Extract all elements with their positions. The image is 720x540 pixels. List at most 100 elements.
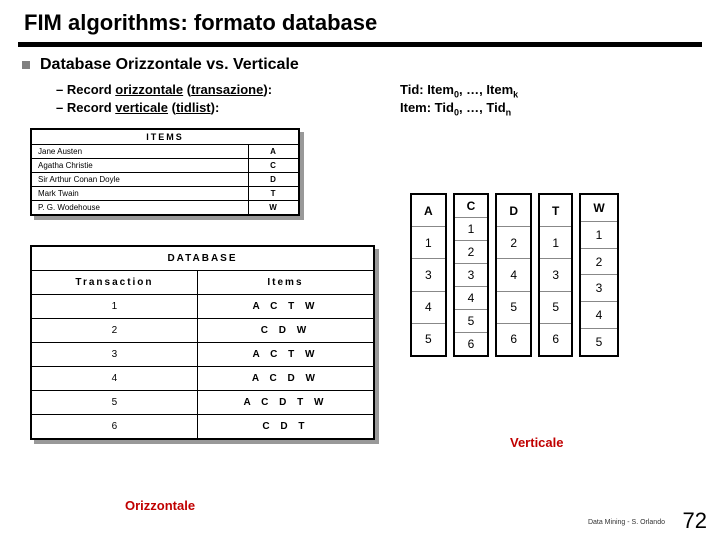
label-orizzontale: Orizzontale [125, 498, 195, 513]
vertical-cell: 4 [496, 259, 531, 291]
vertical-cell: 3 [580, 275, 617, 302]
transaction-items: A C T W [197, 343, 374, 367]
vertical-cell: 1 [539, 227, 572, 259]
items-table: ITEMS Jane AustenAAgatha ChristieCSir Ar… [30, 128, 300, 216]
definition-tid: Tid: Item0, …, Itemk [400, 82, 518, 100]
rd1-subk: k [513, 90, 518, 100]
table-row: 5A C D T W [31, 391, 374, 415]
vertical-cell: 5 [539, 291, 572, 323]
vertical-cell: 2 [580, 248, 617, 275]
vertical-header: W [580, 194, 617, 221]
vertical-header: A [411, 194, 446, 227]
vertical-cell: 6 [496, 323, 531, 356]
item-name: Mark Twain [31, 187, 249, 201]
subpoint-2: – Record verticale (tidlist): [56, 100, 219, 115]
item-name: P. G. Wodehouse [31, 201, 249, 216]
transaction-id: 6 [31, 415, 197, 440]
item-code: D [249, 173, 299, 187]
items-header: ITEMS [31, 129, 299, 145]
vertical-column: W12345 [579, 193, 618, 357]
title-underline [18, 42, 702, 47]
vertical-cell: 5 [411, 323, 446, 356]
table-row: 6C D T [31, 415, 374, 440]
table-row: Agatha ChristieC [31, 159, 299, 173]
vertical-cell: 3 [539, 259, 572, 291]
vertical-cell: 1 [580, 221, 617, 248]
vertical-cell: 2 [454, 241, 489, 264]
sub1-underlined1: orizzontale [115, 82, 183, 97]
section-heading: Database Orizzontale vs. Verticale [22, 56, 299, 74]
item-name: Agatha Christie [31, 159, 249, 173]
transaction-items: A C D W [197, 367, 374, 391]
sub1-paren-open: ( [183, 82, 191, 97]
sub2-paren-close: ): [211, 100, 220, 115]
transaction-id: 5 [31, 391, 197, 415]
vertical-header: C [454, 194, 489, 218]
sub2-underlined1: verticale [115, 100, 168, 115]
rd1-pre: Tid: Item [400, 82, 454, 97]
slide-title: FIM algorithms: formato database [24, 10, 377, 36]
transaction-items: A C T W [197, 295, 374, 319]
db-th-items: Items [197, 271, 374, 295]
transaction-id: 1 [31, 295, 197, 319]
database-table-container: DATABASE Transaction Items 1A C T W2C D … [30, 245, 375, 440]
vertical-header: D [496, 194, 531, 227]
rd2-pre: Item: Tid [400, 100, 454, 115]
transaction-id: 4 [31, 367, 197, 391]
vertical-cell: 1 [454, 218, 489, 241]
vertical-cell: 4 [454, 287, 489, 310]
table-row: 2C D W [31, 319, 374, 343]
vertical-column: A1345 [410, 193, 447, 357]
vertical-cell: 6 [539, 323, 572, 356]
item-code: T [249, 187, 299, 201]
table-row: Mark TwainT [31, 187, 299, 201]
sub2-prefix: – Record [56, 100, 115, 115]
vertical-column: T1356 [538, 193, 573, 357]
vertical-cell: 3 [411, 259, 446, 291]
rd2-subn: n [506, 108, 512, 118]
vertical-cell: 4 [580, 302, 617, 329]
table-row: P. G. WodehouseW [31, 201, 299, 216]
items-table-container: ITEMS Jane AustenAAgatha ChristieCSir Ar… [30, 128, 300, 216]
vertical-cell: 1 [411, 227, 446, 259]
rd1-mid: , …, Item [459, 82, 513, 97]
sub2-underlined2: tidlist [176, 100, 211, 115]
sub1-prefix: – Record [56, 82, 115, 97]
definition-item: Item: Tid0, …, Tidn [400, 100, 511, 118]
table-row: Sir Arthur Conan DoyleD [31, 173, 299, 187]
table-row: 1A C T W [31, 295, 374, 319]
sub2-paren-open: ( [168, 100, 176, 115]
item-code: C [249, 159, 299, 173]
item-name: Sir Arthur Conan Doyle [31, 173, 249, 187]
db-th-transaction: Transaction [31, 271, 197, 295]
transaction-items: A C D T W [197, 391, 374, 415]
vertical-column: D2456 [495, 193, 532, 357]
item-name: Jane Austen [31, 145, 249, 159]
transaction-id: 2 [31, 319, 197, 343]
vertical-cell: 5 [580, 329, 617, 356]
table-row: 4A C D W [31, 367, 374, 391]
sub1-paren-close: ): [263, 82, 272, 97]
table-row: Jane AustenA [31, 145, 299, 159]
section-text: Database Orizzontale vs. Verticale [40, 56, 299, 74]
vertical-cell: 5 [454, 310, 489, 333]
vertical-cell: 2 [496, 227, 531, 259]
page-number: 72 [683, 508, 707, 534]
db-header: DATABASE [31, 246, 374, 271]
vertical-cell: 3 [454, 264, 489, 287]
sub1-underlined2: transazione [191, 82, 263, 97]
item-code: W [249, 201, 299, 216]
vertical-table-group: A1345C123456D2456T1356W12345 [410, 193, 619, 357]
transaction-items: C D W [197, 319, 374, 343]
transaction-id: 3 [31, 343, 197, 367]
transaction-items: C D T [197, 415, 374, 440]
subpoint-1: – Record orizzontale (transazione): [56, 82, 272, 97]
rd2-mid: , …, Tid [459, 100, 506, 115]
vertical-cell: 5 [496, 291, 531, 323]
vertical-cell: 4 [411, 291, 446, 323]
vertical-cell: 6 [454, 333, 489, 357]
label-verticale: Verticale [510, 435, 564, 450]
database-table: DATABASE Transaction Items 1A C T W2C D … [30, 245, 375, 440]
footer-credit: Data Mining - S. Orlando [588, 519, 665, 526]
item-code: A [249, 145, 299, 159]
